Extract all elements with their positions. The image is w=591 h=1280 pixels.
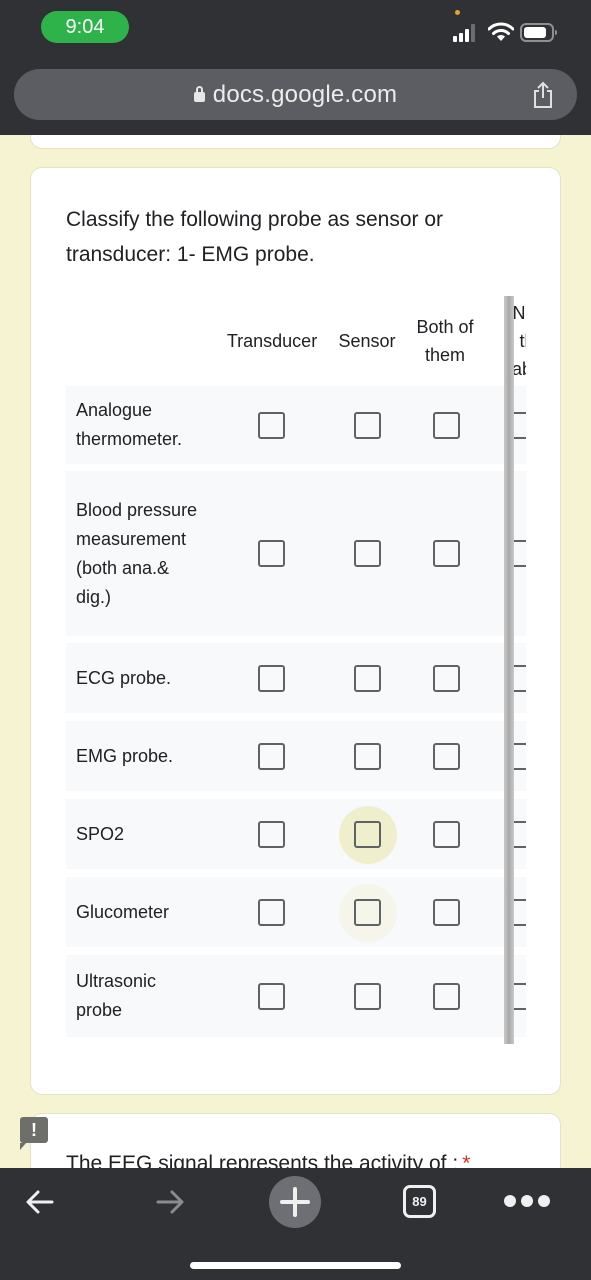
column-header-sensor: Sensor	[338, 331, 396, 351]
row-label: Analogue thermometer.	[76, 400, 183, 449]
horizontal-scroll-shadow	[504, 296, 514, 1044]
address-bar[interactable]: docs.google.com	[14, 69, 577, 120]
question-card: Classify the following probe as sensor o…	[30, 167, 561, 1095]
checkbox-sensor[interactable]	[354, 665, 381, 692]
checkbox-sensor[interactable]	[354, 983, 381, 1010]
checkbox-transducer[interactable]	[258, 665, 285, 692]
row-label: Glucometer	[76, 901, 170, 922]
question-title: Classify the following probe as sensor o…	[66, 208, 444, 266]
grid-row: SPO2	[66, 799, 526, 869]
exclamation-icon: !	[20, 1117, 48, 1150]
checkbox-both[interactable]	[433, 983, 460, 1010]
status-time: 9:04	[41, 11, 129, 43]
row-label: EMG probe.	[76, 745, 174, 766]
grid-row: Analogue thermometer.	[66, 386, 526, 464]
checkbox-transducer[interactable]	[258, 899, 285, 926]
checkbox-both[interactable]	[433, 665, 460, 692]
row-label: Blood pressure measurement (both ana.& d…	[76, 499, 198, 607]
row-label: Ultrasonic probe	[76, 971, 157, 1020]
grid-row: Blood pressure measurement (both ana.& d…	[66, 471, 526, 636]
cellular-signal-icon	[453, 23, 479, 42]
checkbox-transducer[interactable]	[258, 821, 285, 848]
battery-icon	[520, 23, 557, 42]
checkbox-transducer[interactable]	[258, 540, 285, 567]
checkbox-both[interactable]	[433, 743, 460, 770]
checkbox-transducer[interactable]	[258, 983, 285, 1010]
grid-row: EMG probe.	[66, 721, 526, 791]
grid-row: Ultrasonic probe	[66, 955, 526, 1037]
grid-row: ECG probe.	[66, 643, 526, 713]
new-tab-button[interactable]	[269, 1176, 321, 1228]
url-text: docs.google.com	[212, 80, 398, 108]
plus-icon	[280, 1187, 310, 1217]
checkbox-sensor[interactable]	[354, 821, 381, 848]
checkbox-grid[interactable]: Transducer Sensor Both of them Nor th ab…	[66, 296, 526, 1044]
privacy-indicator-dot	[455, 10, 460, 15]
lock-icon	[193, 85, 205, 102]
column-header-both: Both of them	[416, 317, 474, 365]
checkbox-both[interactable]	[433, 540, 460, 567]
home-indicator[interactable]	[190, 1262, 401, 1269]
share-icon[interactable]	[531, 81, 555, 109]
column-header-transducer: Transducer	[226, 331, 318, 351]
grid-row: Glucometer	[66, 877, 526, 947]
checkbox-both[interactable]	[433, 899, 460, 926]
checkbox-transducer[interactable]	[258, 412, 285, 439]
checkbox-sensor[interactable]	[354, 412, 381, 439]
checkbox-sensor[interactable]	[354, 540, 381, 567]
row-label: SPO2	[76, 823, 125, 844]
browser-top-bar: 9:04 docs.google.com	[0, 0, 591, 135]
checkbox-both[interactable]	[433, 412, 460, 439]
checkbox-transducer[interactable]	[258, 743, 285, 770]
tab-switcher-button[interactable]: 89	[403, 1185, 436, 1218]
ellipsis-icon[interactable]	[504, 1195, 554, 1209]
checkbox-both[interactable]	[433, 821, 460, 848]
row-label: ECG probe.	[76, 667, 172, 688]
checkbox-sensor[interactable]	[354, 899, 381, 926]
arrow-left-icon[interactable]	[20, 1182, 60, 1222]
browser-bottom-toolbar: 89	[0, 1168, 591, 1280]
wifi-icon	[488, 22, 514, 41]
checkbox-sensor[interactable]	[354, 743, 381, 770]
screen: 9:04 docs.google.com Classify the follow…	[0, 0, 591, 1280]
arrow-right-icon[interactable]	[150, 1182, 190, 1222]
